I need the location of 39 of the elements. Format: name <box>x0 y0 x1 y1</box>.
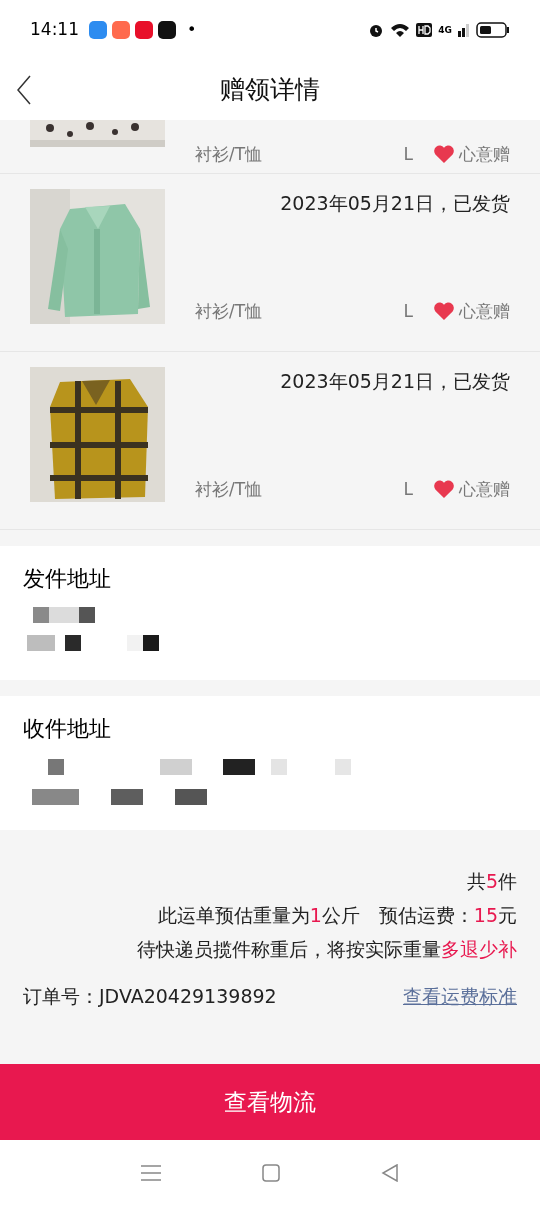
notification-dot: • <box>187 19 197 41</box>
signal-icon <box>458 23 470 37</box>
view-logistics-button[interactable]: 查看物流 <box>0 1064 540 1140</box>
heart-icon <box>433 301 455 322</box>
section-title: 收件地址 <box>23 715 112 743</box>
heart-icon <box>433 144 455 165</box>
order-number: 订单号：JDVA20429139892 <box>23 984 277 1009</box>
item-category: 衬衫/T恤 <box>195 299 263 323</box>
wifi-icon <box>390 22 411 38</box>
menu-icon[interactable] <box>140 1165 161 1181</box>
hd-icon <box>416 23 433 37</box>
app-icon <box>89 21 107 39</box>
item-count: 共5件 <box>466 869 517 894</box>
redacted-text <box>33 607 95 623</box>
weight-note: 待快递员揽件称重后，将按实际重量多退少补 <box>137 937 517 962</box>
network-label: 4G <box>438 25 452 35</box>
gift-type: 心意赠 <box>459 477 510 501</box>
gift-type: 心意赠 <box>459 299 510 323</box>
app-icon <box>135 21 153 39</box>
item-category: 衬衫/T恤 <box>195 477 263 501</box>
item-size: L <box>403 142 413 166</box>
alarm-icon <box>368 22 385 38</box>
status-time: 14:11 <box>30 18 79 42</box>
ship-date: 2023年05月21日，已发货 <box>279 369 510 394</box>
page-title: 赠领详情 <box>220 74 320 107</box>
ship-date: 2023年05月21日，已发货 <box>279 191 510 216</box>
battery-icon <box>476 22 510 38</box>
fee-standard-link[interactable]: 查看运费标准 <box>403 982 517 1011</box>
item-category: 衬衫/T恤 <box>195 142 263 166</box>
app-icon <box>158 21 176 39</box>
heart-icon <box>433 479 455 500</box>
gift-type: 心意赠 <box>459 142 510 166</box>
weight-estimate: 此运单预估重量为1公斤 预估运费：15元 <box>157 903 517 928</box>
item-size: L <box>403 477 413 501</box>
item-size: L <box>403 299 413 323</box>
app-icon <box>112 21 130 39</box>
section-title: 发件地址 <box>23 565 112 593</box>
back-icon[interactable] <box>381 1164 400 1182</box>
home-icon[interactable] <box>262 1164 280 1182</box>
